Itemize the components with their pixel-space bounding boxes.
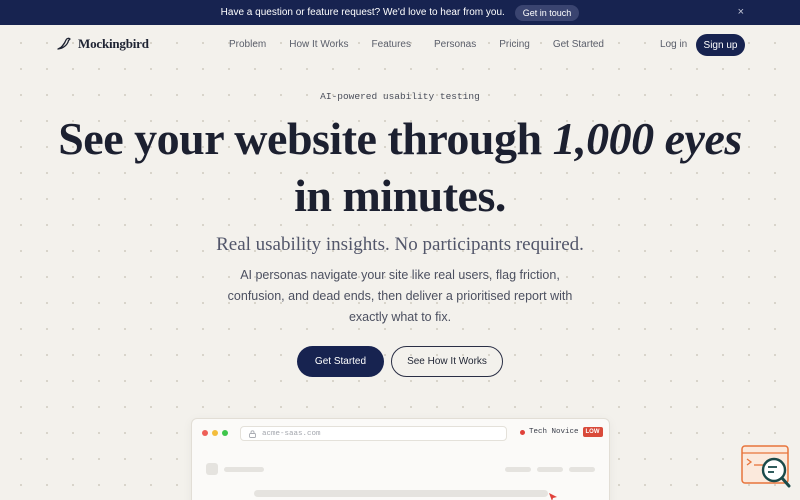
get-in-touch-button[interactable]: Get in touch <box>514 4 580 21</box>
hero-headline: See your website through 1,000 eyes in m… <box>0 110 800 224</box>
headline-emphasis: 1,000 eyes <box>552 113 743 164</box>
headline-part1: See your website through <box>58 113 553 164</box>
nav-link-features[interactable]: Features <box>372 39 411 50</box>
nav-link-how-it-works[interactable]: How It Works <box>289 39 348 50</box>
traffic-light-green <box>222 430 228 436</box>
traffic-light-red <box>202 430 208 436</box>
hero-description: AI personas navigate your site like real… <box>227 268 573 324</box>
nav-links: Problem How It Works Features Personas P… <box>229 39 627 50</box>
chat-search-icon[interactable] <box>741 445 791 490</box>
login-link[interactable]: Log in <box>660 39 687 50</box>
persona-indicator: Tech Novice LOW <box>520 427 603 437</box>
top-nav: Mockingbird Problem How It Works Feature… <box>0 25 800 65</box>
url-bar: acme-saas.com <box>240 426 507 441</box>
hero-subheadline: Real usability insights. No participants… <box>216 234 584 255</box>
headline-part2: in minutes. <box>294 170 506 221</box>
url-text: acme-saas.com <box>262 429 321 438</box>
nav-link-get-started[interactable]: Get Started <box>553 39 604 50</box>
announcement-bar: Have a question or feature request? We'd… <box>0 0 800 25</box>
bird-icon <box>57 37 71 50</box>
traffic-light-yellow <box>212 430 218 436</box>
persona-name: Tech Novice <box>529 428 579 436</box>
nav-link-problem[interactable]: Problem <box>229 39 266 50</box>
cursor-icon <box>549 493 557 500</box>
brand-logo[interactable]: Mockingbird <box>56 36 149 52</box>
skeleton-line <box>254 490 548 497</box>
hero-eyebrow: AI-powered usability testing <box>320 91 480 102</box>
browser-mockup: acme-saas.com Tech Novice LOW <box>191 418 610 500</box>
nav-link-pricing[interactable]: Pricing <box>499 39 530 50</box>
get-started-button[interactable]: Get Started <box>297 346 384 377</box>
skeleton-line <box>569 467 595 472</box>
close-icon[interactable]: × <box>738 6 744 18</box>
skeleton-avatar <box>206 463 218 475</box>
nav-link-personas[interactable]: Personas <box>434 39 476 50</box>
skeleton-line <box>224 467 264 472</box>
announcement-text: Have a question or feature request? We'd… <box>220 7 505 18</box>
brand-name: Mockingbird <box>78 36 149 51</box>
skeleton-line <box>537 467 563 472</box>
see-how-it-works-button[interactable]: See How It Works <box>391 346 503 377</box>
skeleton-line <box>505 467 531 472</box>
signup-button[interactable]: Sign up <box>696 34 745 56</box>
persona-status-dot <box>520 429 525 435</box>
lock-icon <box>249 429 256 438</box>
persona-level-badge: LOW <box>582 427 603 437</box>
